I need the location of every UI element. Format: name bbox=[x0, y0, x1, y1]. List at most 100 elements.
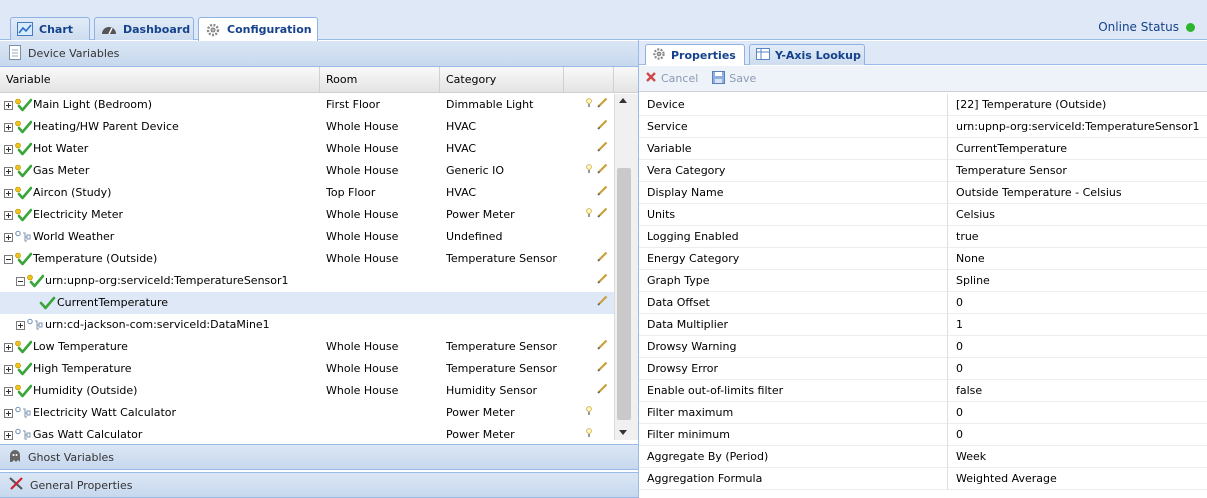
column-header-category[interactable]: Category bbox=[440, 67, 564, 93]
device-variables-header[interactable]: Device Variables bbox=[0, 41, 638, 67]
table-row[interactable]: High Temperature Whole House Temperature S… bbox=[0, 358, 614, 380]
property-value[interactable]: Outside Temperature - Celsius bbox=[956, 182, 1122, 204]
property-value[interactable]: Spline bbox=[956, 270, 990, 292]
property-row[interactable]: Drowsy Error 0 bbox=[639, 358, 1207, 380]
edit-pencil-icon[interactable] bbox=[597, 204, 608, 226]
property-row[interactable]: Aggregation Formula Weighted Average bbox=[639, 468, 1207, 490]
edit-pencil-icon[interactable] bbox=[597, 270, 608, 292]
table-row[interactable]: Gas Meter Whole House Generic IO bbox=[0, 160, 614, 182]
lightbulb-icon[interactable] bbox=[586, 94, 592, 116]
table-row[interactable]: CurrentTemperature bbox=[0, 292, 614, 314]
expand-icon[interactable] bbox=[4, 100, 13, 110]
property-value[interactable]: 1 bbox=[956, 314, 963, 336]
property-row[interactable]: Graph Type Spline bbox=[639, 270, 1207, 292]
ghost-variables-header[interactable]: Ghost Variables bbox=[0, 444, 638, 470]
property-value[interactable]: false bbox=[956, 380, 982, 402]
expand-icon[interactable] bbox=[4, 144, 13, 154]
property-value[interactable]: 0 bbox=[956, 292, 963, 314]
property-value[interactable]: Weighted Average bbox=[956, 468, 1057, 490]
property-row[interactable]: Filter maximum 0 bbox=[639, 402, 1207, 424]
property-value[interactable]: [22] Temperature (Outside) bbox=[956, 94, 1106, 116]
table-row[interactable]: Main Light (Bedroom) First Floor Dimmable … bbox=[0, 94, 614, 116]
expand-icon[interactable] bbox=[4, 232, 13, 242]
expand-icon[interactable] bbox=[4, 210, 13, 220]
property-value[interactable]: 0 bbox=[956, 424, 963, 446]
property-row[interactable]: Display Name Outside Temperature - Celsiu… bbox=[639, 182, 1207, 204]
tab-dashboard[interactable]: Dashboard bbox=[94, 17, 194, 40]
table-row[interactable]: urn:upnp-org:serviceId:TemperatureSensor… bbox=[0, 270, 614, 292]
lightbulb-icon[interactable] bbox=[586, 424, 592, 440]
edit-pencil-icon[interactable] bbox=[597, 138, 608, 160]
property-row[interactable]: Filter minimum 0 bbox=[639, 424, 1207, 446]
property-value[interactable]: 0 bbox=[956, 402, 963, 424]
expand-icon[interactable] bbox=[4, 166, 13, 176]
edit-pencil-icon[interactable] bbox=[597, 358, 608, 380]
property-value[interactable]: CurrentTemperature bbox=[956, 138, 1067, 160]
expand-icon[interactable] bbox=[4, 122, 13, 132]
property-row[interactable]: Variable CurrentTemperature bbox=[639, 138, 1207, 160]
property-row[interactable]: Drowsy Warning 0 bbox=[639, 336, 1207, 358]
expand-icon[interactable] bbox=[4, 188, 13, 198]
cancel-button[interactable]: Cancel bbox=[645, 71, 698, 86]
table-row[interactable]: Electricity Watt Calculator Power Meter bbox=[0, 402, 614, 424]
edit-pencil-icon[interactable] bbox=[597, 160, 608, 182]
scroll-down-icon[interactable] bbox=[619, 430, 627, 435]
tab-y-axis-lookup[interactable]: Y-Axis Lookup bbox=[749, 44, 865, 65]
tab-properties[interactable]: Properties bbox=[645, 44, 745, 65]
edit-pencil-icon[interactable] bbox=[597, 380, 608, 402]
table-row[interactable]: Low Temperature Whole House Temperature Se… bbox=[0, 336, 614, 358]
collapse-icon[interactable] bbox=[4, 254, 13, 264]
property-row[interactable]: Units Celsius bbox=[639, 204, 1207, 226]
property-row[interactable]: Service urn:upnp-org:serviceId:Temperatur… bbox=[639, 116, 1207, 138]
column-header-variable[interactable]: Variable bbox=[0, 67, 320, 93]
property-value[interactable]: Celsius bbox=[956, 204, 995, 226]
save-button[interactable]: Save bbox=[712, 70, 756, 87]
table-row[interactable]: urn:cd-jackson-com:serviceId:DataMine1 bbox=[0, 314, 614, 336]
table-row[interactable]: Aircon (Study) Top Floor HVAC bbox=[0, 182, 614, 204]
property-row[interactable]: Device [22] Temperature (Outside) bbox=[639, 94, 1207, 116]
tab-configuration[interactable]: Configuration bbox=[198, 17, 318, 41]
property-value[interactable]: Temperature Sensor bbox=[956, 160, 1067, 182]
table-row[interactable]: World Weather Whole House Undefined bbox=[0, 226, 614, 248]
property-row[interactable]: Logging Enabled true bbox=[639, 226, 1207, 248]
property-row[interactable]: Energy Category None bbox=[639, 248, 1207, 270]
edit-pencil-icon[interactable] bbox=[597, 116, 608, 138]
property-value[interactable]: 0 bbox=[956, 358, 963, 380]
property-row[interactable]: Data Multiplier 1 bbox=[639, 314, 1207, 336]
property-value[interactable]: None bbox=[956, 248, 985, 270]
expand-icon[interactable] bbox=[4, 342, 13, 352]
lightbulb-icon[interactable] bbox=[586, 160, 592, 182]
scroll-up-icon[interactable] bbox=[619, 98, 627, 103]
table-row[interactable]: Temperature (Outside) Whole House Temperat… bbox=[0, 248, 614, 270]
tab-chart[interactable]: Chart bbox=[10, 17, 90, 40]
property-value[interactable]: true bbox=[956, 226, 979, 248]
edit-pencil-icon[interactable] bbox=[597, 336, 608, 358]
table-row[interactable]: Hot Water Whole House HVAC bbox=[0, 138, 614, 160]
lightbulb-icon[interactable] bbox=[586, 402, 592, 424]
property-value[interactable]: Week bbox=[956, 446, 986, 468]
expand-icon[interactable] bbox=[4, 430, 13, 440]
general-properties-header[interactable]: General Properties bbox=[0, 472, 638, 498]
edit-pencil-icon[interactable] bbox=[597, 94, 608, 116]
expand-icon[interactable] bbox=[4, 408, 13, 418]
property-row[interactable]: Enable out-of-limits filter false bbox=[639, 380, 1207, 402]
property-row[interactable]: Aggregate By (Period) Week bbox=[639, 446, 1207, 468]
property-value[interactable]: 0 bbox=[956, 336, 963, 358]
edit-pencil-icon[interactable] bbox=[597, 248, 608, 270]
grid-scrollbar-thumb[interactable] bbox=[617, 168, 631, 420]
expand-icon[interactable] bbox=[4, 364, 13, 374]
edit-pencil-icon[interactable] bbox=[597, 182, 608, 204]
table-row[interactable]: Electricity Meter Whole House Power Meter bbox=[0, 204, 614, 226]
collapse-icon[interactable] bbox=[16, 276, 25, 286]
column-header-room[interactable]: Room bbox=[320, 67, 440, 93]
property-value[interactable]: urn:upnp-org:serviceId:TemperatureSensor… bbox=[956, 116, 1200, 138]
expand-icon[interactable] bbox=[4, 386, 13, 396]
property-row[interactable]: Data Offset 0 bbox=[639, 292, 1207, 314]
property-row[interactable]: Vera Category Temperature Sensor bbox=[639, 160, 1207, 182]
table-row[interactable]: Heating/HW Parent Device Whole House HVAC bbox=[0, 116, 614, 138]
expand-icon[interactable] bbox=[16, 320, 25, 330]
edit-pencil-icon[interactable] bbox=[597, 292, 608, 314]
table-row[interactable]: Humidity (Outside) Whole House Humidity Se… bbox=[0, 380, 614, 402]
table-row[interactable]: Gas Watt Calculator Power Meter bbox=[0, 424, 614, 440]
lightbulb-icon[interactable] bbox=[586, 204, 592, 226]
